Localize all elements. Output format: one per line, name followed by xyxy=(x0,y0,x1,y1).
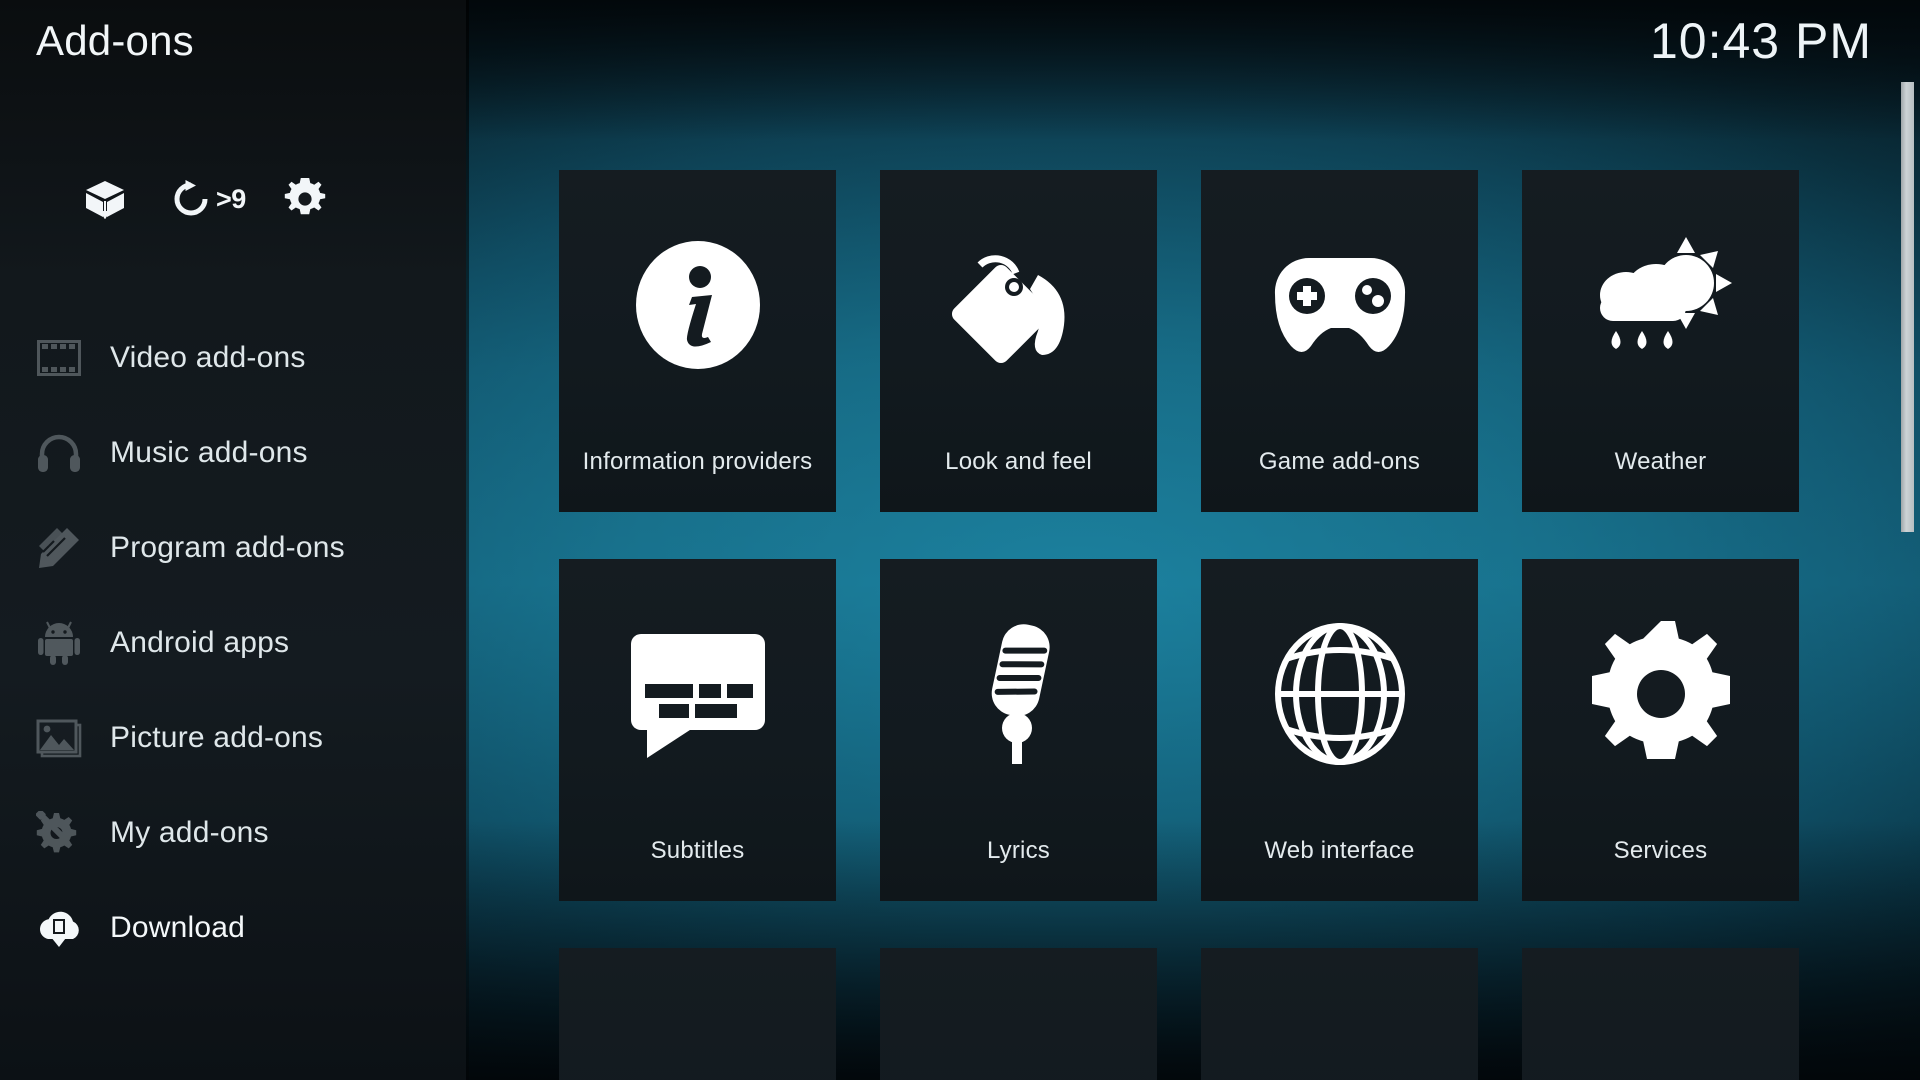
sidebar-item-label: Video add-ons xyxy=(110,340,306,374)
tile-look-and-feel[interactable]: Look and feel xyxy=(880,170,1157,512)
install-from-zip-icon xyxy=(84,179,126,219)
sidebar-item-program-add-ons[interactable]: Program add-ons xyxy=(0,500,466,595)
update-count-badge: >9 xyxy=(216,183,246,214)
headphones-icon xyxy=(22,433,96,473)
sidebar-item-label: Picture add-ons xyxy=(110,720,324,754)
sidebar-item-label: Android apps xyxy=(110,625,290,659)
tile-label: Look and feel xyxy=(945,448,1092,475)
addon-settings-gear-icon xyxy=(284,178,326,220)
rain-cloud-sun-icon xyxy=(1522,170,1799,440)
speech-bubble-icon xyxy=(559,559,836,829)
tile-label: Weather xyxy=(1614,448,1707,475)
price-tags-icon xyxy=(880,170,1157,440)
tile-web-interface[interactable]: Web interface xyxy=(1201,559,1478,901)
cloud-download-icon xyxy=(22,907,96,949)
photos-icon xyxy=(22,717,96,759)
sidebar-menu: Video add-ons Music add-ons Program add-… xyxy=(0,310,466,975)
sidebar-item-label: Download xyxy=(110,910,246,944)
sidebar-item-label: Program add-ons xyxy=(110,530,345,564)
tile-row3-skin[interactable] xyxy=(1201,948,1478,1080)
sidebar-divider xyxy=(466,0,469,1080)
pencil-ruler-icon xyxy=(22,526,96,570)
tile-row3-filmstrip[interactable] xyxy=(880,948,1157,1080)
sidebar-item-video-add-ons[interactable]: Video add-ons xyxy=(0,310,466,405)
sidebar-item-label: Music add-ons xyxy=(110,435,308,469)
tile-services[interactable]: Services xyxy=(1522,559,1799,901)
sidebar: Add-ons >9 Video add-ons Music add-ons P… xyxy=(0,0,466,1080)
tile-information-providers[interactable]: Information providers xyxy=(559,170,836,512)
sidebar-item-download[interactable]: Download xyxy=(0,880,466,975)
sidebar-item-label: My add-ons xyxy=(110,815,269,849)
tile-label: Information providers xyxy=(582,448,813,475)
scrollbar-thumb[interactable] xyxy=(1901,82,1914,532)
android-icon xyxy=(22,621,96,665)
sidebar-item-android-apps[interactable]: Android apps xyxy=(0,595,466,690)
tile-lyrics[interactable]: Lyrics xyxy=(880,559,1157,901)
tile-subtitles[interactable]: Subtitles xyxy=(559,559,836,901)
tile-row3-dialog[interactable] xyxy=(559,948,836,1080)
sidebar-toolbar: >9 xyxy=(62,170,348,228)
tile-label: Web interface xyxy=(1264,837,1415,864)
clock: 10:43 PM xyxy=(1649,13,1872,69)
tile-label: Game add-ons xyxy=(1258,448,1421,475)
gear-icon xyxy=(1522,559,1799,829)
gear-wrench-icon xyxy=(22,810,96,855)
tile-label: Lyrics xyxy=(987,837,1050,864)
sidebar-item-my-add-ons[interactable]: My add-ons xyxy=(0,785,466,880)
sidebar-item-music-add-ons[interactable]: Music add-ons xyxy=(0,405,466,500)
install-from-zip-button[interactable] xyxy=(62,170,148,228)
globe-icon xyxy=(1201,559,1478,829)
check-for-updates-icon xyxy=(172,179,210,219)
addon-category-grid: Information providers Look and feel Game… xyxy=(559,170,1889,1080)
tile-game-add-ons[interactable]: Game add-ons xyxy=(1201,170,1478,512)
addon-settings-button[interactable] xyxy=(262,170,348,228)
sidebar-item-picture-add-ons[interactable]: Picture add-ons xyxy=(0,690,466,785)
gamepad-icon xyxy=(1201,170,1478,440)
tile-row3-context-menu[interactable] xyxy=(1522,948,1799,1080)
tile-label: Subtitles xyxy=(650,837,745,864)
page-title: Add-ons xyxy=(36,17,194,64)
microphone-icon xyxy=(880,559,1157,829)
tile-weather[interactable]: Weather xyxy=(1522,170,1799,512)
tile-label: Services xyxy=(1613,837,1708,864)
info-circle-icon xyxy=(559,170,836,440)
filmstrip-icon xyxy=(22,339,96,376)
